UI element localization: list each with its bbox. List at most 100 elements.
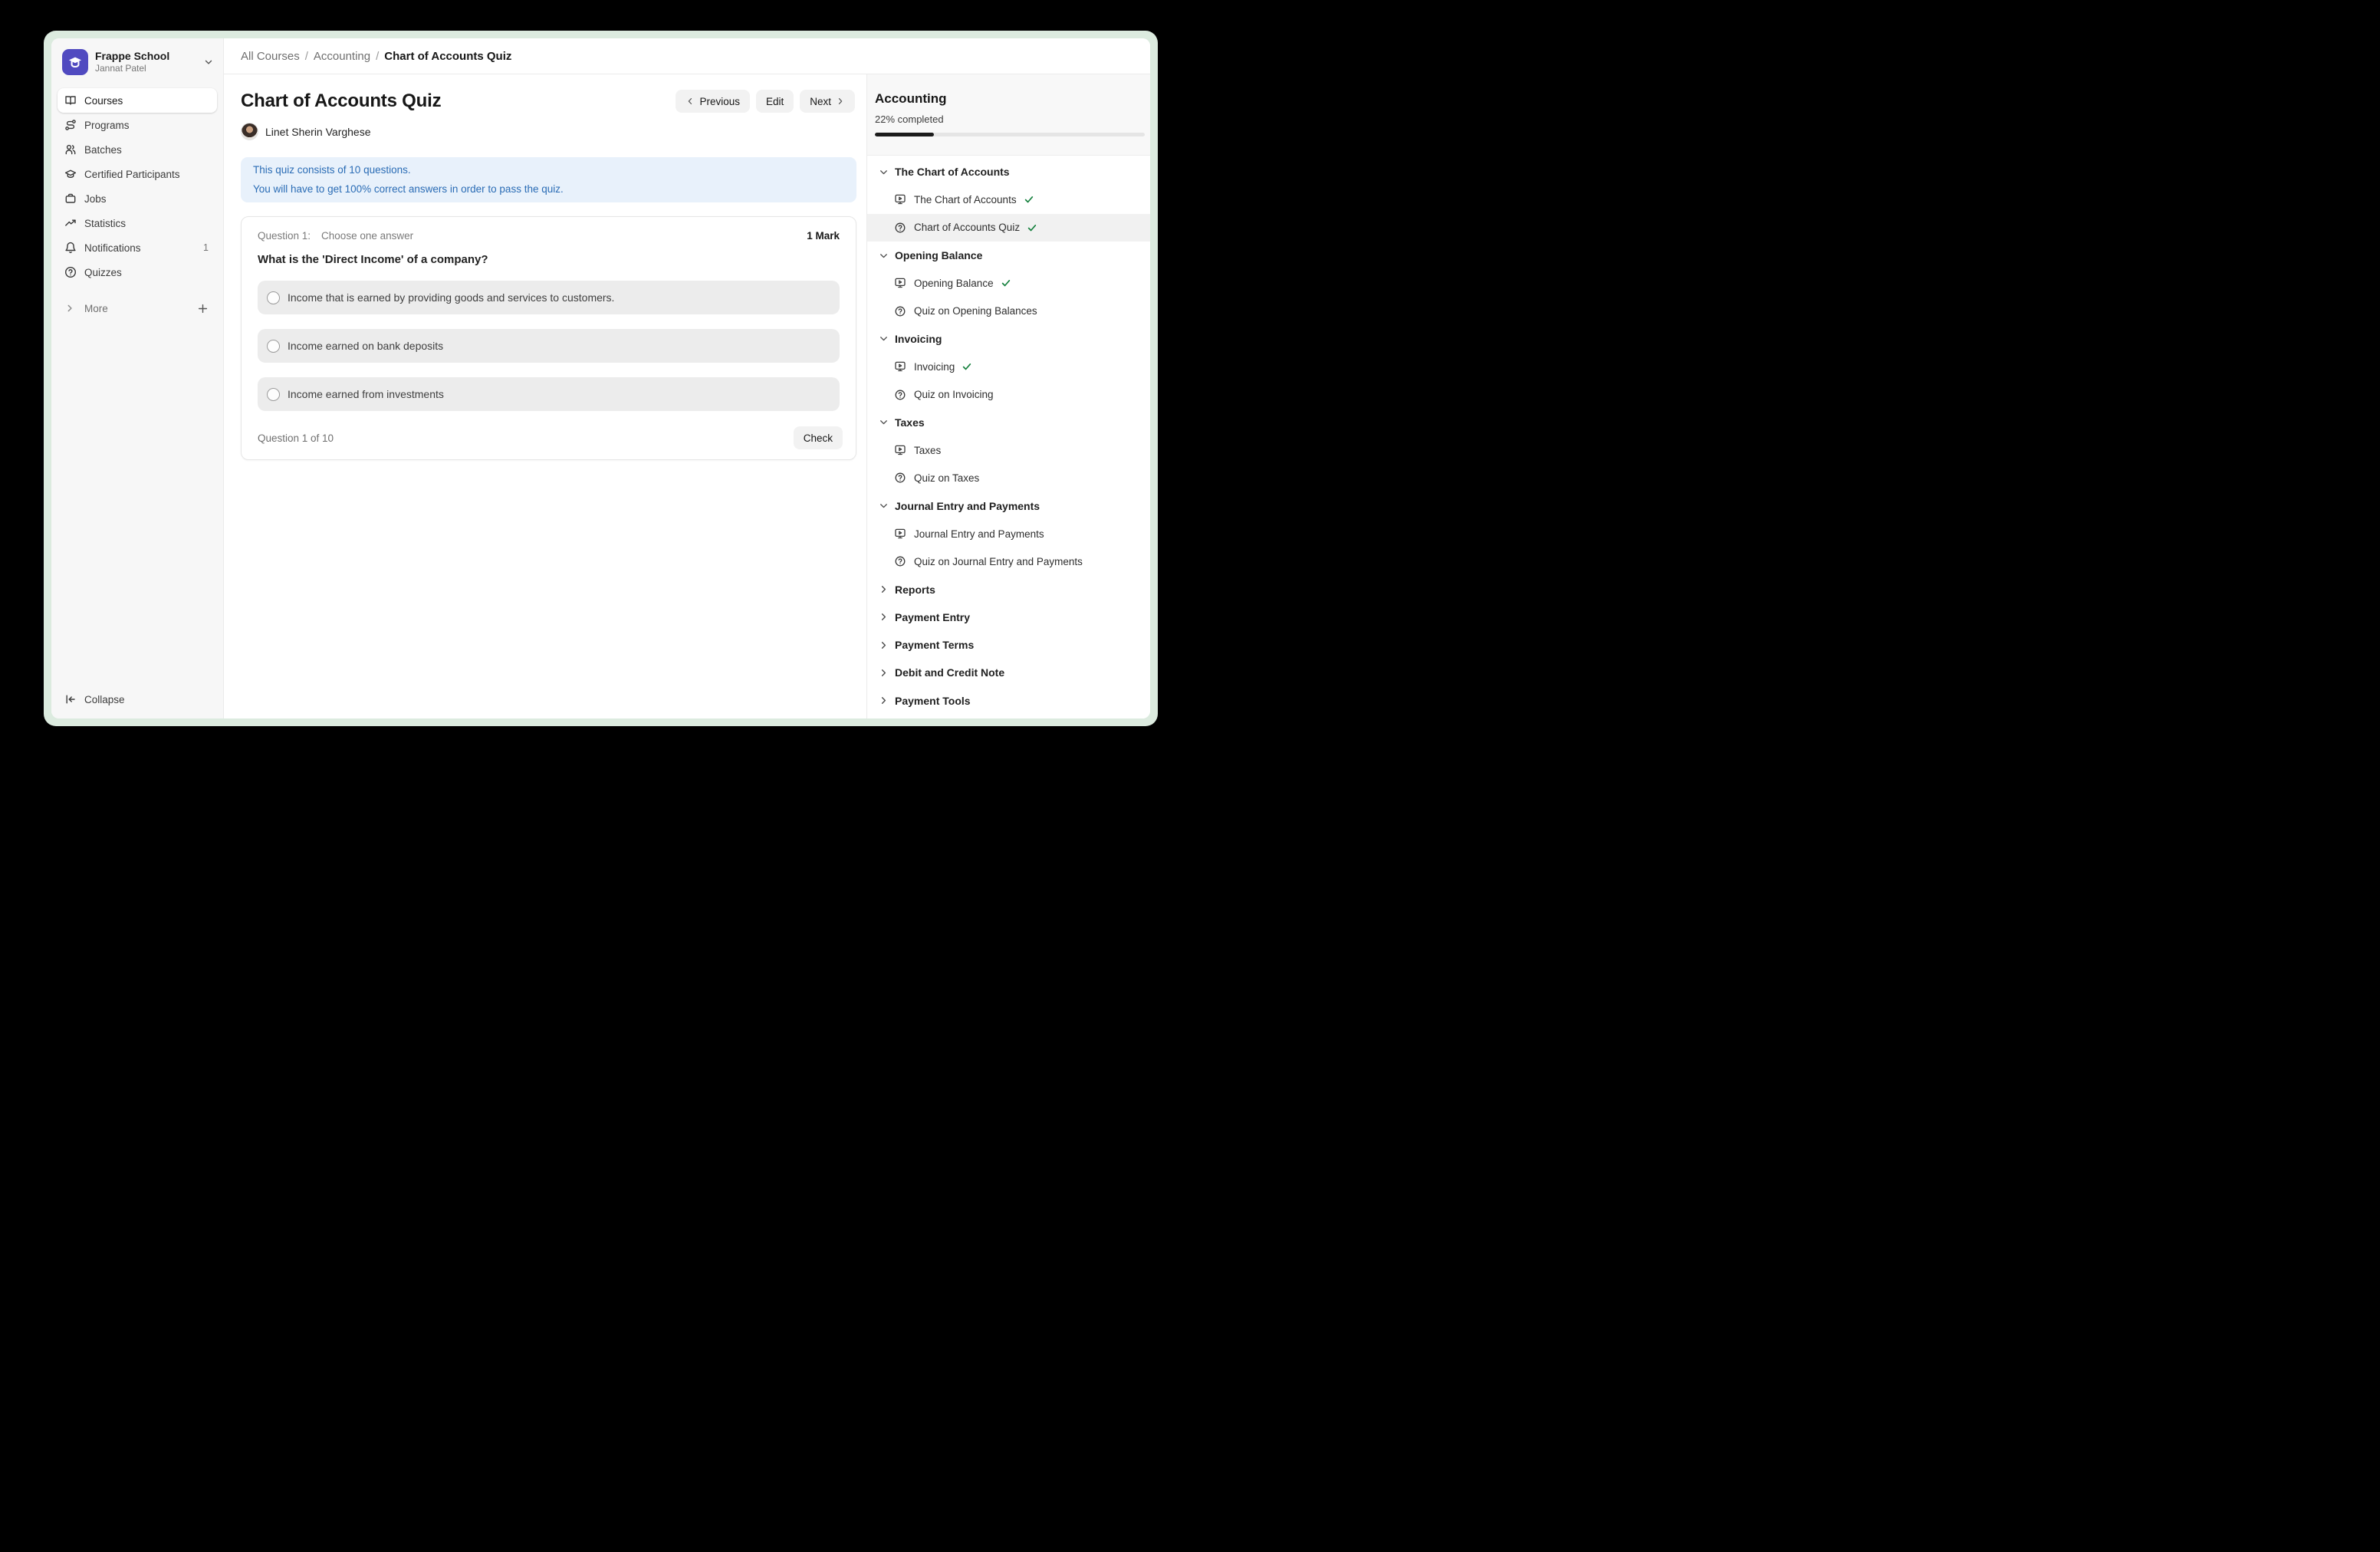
outline-section-collapsed[interactable]: Payment Terms (867, 631, 1150, 659)
chevron-down-icon (878, 166, 890, 178)
outline-section[interactable]: Invoicing (867, 325, 1150, 353)
outline-section-collapsed[interactable]: Debit and Credit Note (867, 659, 1150, 686)
outline-section-label: Payment Terms (895, 639, 974, 651)
chevron-down-icon (878, 500, 890, 511)
question-marks: 1 Mark (807, 230, 840, 242)
outline-quiz-label: Quiz on Taxes (914, 472, 979, 484)
edit-button[interactable]: Edit (756, 90, 794, 113)
outline-section[interactable]: The Chart of Accounts (867, 158, 1150, 186)
outline-section[interactable]: Taxes (867, 409, 1150, 436)
next-button[interactable]: Next (800, 90, 855, 113)
breadcrumb: All Courses / Accounting / Chart of Acco… (241, 50, 511, 63)
sidebar-item-certified-participants[interactable]: Certified Participants (58, 162, 217, 186)
sidebar-item-label: Quizzes (84, 267, 210, 278)
profile-texts: Frappe School Jannat Patel (95, 50, 203, 74)
sidebar-item-jobs[interactable]: Jobs (58, 186, 217, 211)
progress-bar-fill (875, 133, 934, 136)
breadcrumb-course[interactable]: Accounting (314, 50, 370, 63)
book-open-icon (64, 94, 77, 107)
sidebar-collapse-button[interactable]: Collapse (58, 687, 217, 712)
author-avatar (241, 123, 258, 140)
outline-quiz[interactable]: Quiz on Journal Entry and Payments (867, 547, 1150, 575)
chevron-right-icon (878, 667, 890, 679)
previous-button[interactable]: Previous (676, 90, 750, 113)
help-circle-icon (894, 555, 907, 567)
check-button[interactable]: Check (794, 426, 843, 449)
answer-option-label: Income earned on bank deposits (288, 340, 443, 352)
workspace-switcher[interactable]: Frappe School Jannat Patel (62, 48, 215, 76)
outline-lesson-label: Journal Entry and Payments (914, 528, 1044, 540)
outline-lesson[interactable]: The Chart of Accounts (867, 186, 1150, 213)
outline-lesson[interactable]: Invoicing (867, 353, 1150, 380)
question-card: Question 1: Choose one answer 1 Mark Wha… (241, 216, 856, 460)
outline-quiz[interactable]: Quiz on Taxes (867, 464, 1150, 492)
check-icon (1027, 222, 1037, 233)
chevron-down-icon (878, 416, 890, 428)
sidebar-item-batches[interactable]: Batches (58, 137, 217, 162)
outline-quiz[interactable]: Quiz on Invoicing (867, 380, 1150, 408)
outline-section[interactable]: Opening Balance (867, 242, 1150, 269)
sidebar-item-statistics[interactable]: Notifications Statistics (58, 211, 217, 235)
graduation-cap-icon (64, 168, 77, 180)
sidebar-item-programs[interactable]: Programs (58, 113, 217, 137)
app-window: Frappe School Jannat Patel Courses Pro (51, 38, 1150, 718)
previous-label: Previous (699, 96, 740, 107)
author-name: Linet Sherin Varghese (265, 126, 371, 138)
answer-option[interactable]: Income earned on bank deposits (258, 329, 840, 363)
chevron-right-icon (836, 97, 845, 106)
outline-section-label: Opening Balance (895, 249, 982, 261)
chevron-right-icon (64, 302, 77, 314)
plus-icon[interactable] (197, 303, 209, 314)
outline-lesson[interactable]: Taxes (867, 436, 1150, 464)
answer-option[interactable]: Income earned from investments (258, 377, 840, 411)
outline-quiz-label: Quiz on Opening Balances (914, 305, 1037, 317)
radio-button-icon[interactable] (267, 340, 280, 353)
sidebar-item-quizzes[interactable]: Quizzes (58, 260, 217, 284)
trending-up-icon (64, 217, 77, 229)
outline-section-collapsed[interactable]: Payment Entry (867, 603, 1150, 631)
left-sidebar: Frappe School Jannat Patel Courses Pro (51, 38, 224, 718)
chevron-left-icon (685, 97, 695, 106)
outline-section[interactable]: Journal Entry and Payments (867, 492, 1150, 520)
question-instruction: Choose one answer (321, 230, 413, 242)
sidebar-more[interactable]: More (58, 296, 217, 321)
answer-option-label: Income that is earned by providing goods… (288, 291, 614, 304)
outline-quiz-active[interactable]: Chart of Accounts Quiz (867, 214, 1150, 242)
outline-lesson-label: Taxes (914, 445, 941, 456)
sidebar-item-courses[interactable]: Courses (58, 88, 217, 113)
check-icon (1001, 278, 1011, 288)
outline-lesson-label: Invoicing (914, 361, 955, 373)
outline-section-label: Debit and Credit Note (895, 666, 1004, 679)
notice-line-2: You will have to get 100% correct answer… (253, 180, 844, 199)
outline-quiz[interactable]: Quiz on Opening Balances (867, 297, 1150, 324)
radio-button-icon[interactable] (267, 388, 280, 401)
course-outline: The Chart of Accounts The Chart of Accou… (867, 156, 1150, 718)
author-row: Linet Sherin Varghese (241, 123, 855, 140)
outline-section-collapsed[interactable]: Payment Tools (867, 687, 1150, 715)
sidebar-item-notifications[interactable]: Notifications 1 (58, 235, 217, 260)
course-outline-panel: Accounting 22% completed The Chart of Ac… (866, 74, 1150, 718)
question-number: Question 1: (258, 230, 311, 242)
app-window-frame: Frappe School Jannat Patel Courses Pro (44, 31, 1158, 726)
breadcrumb-separator: / (376, 50, 379, 63)
chevron-down-icon (878, 250, 890, 261)
chevron-right-icon (878, 640, 890, 651)
outline-lesson[interactable]: Opening Balance (867, 269, 1150, 297)
sidebar-more-label: More (84, 303, 197, 314)
outline-section-collapsed[interactable]: Reports (867, 575, 1150, 603)
sidebar-item-label: Programs (84, 120, 210, 131)
help-circle-icon (894, 305, 907, 317)
chevron-down-icon[interactable] (203, 57, 214, 67)
breadcrumb-all-courses[interactable]: All Courses (241, 50, 300, 63)
notification-count-badge: 1 (203, 242, 209, 253)
monitor-play-icon (894, 444, 907, 456)
monitor-play-icon (894, 193, 907, 206)
answer-option[interactable]: Income that is earned by providing goods… (258, 281, 840, 314)
route-icon (64, 119, 77, 131)
next-label: Next (810, 96, 831, 107)
chevron-right-icon (878, 611, 890, 623)
chevron-right-icon (878, 584, 890, 595)
edit-label: Edit (766, 96, 784, 107)
radio-button-icon[interactable] (267, 291, 280, 304)
outline-lesson[interactable]: Journal Entry and Payments (867, 520, 1150, 547)
